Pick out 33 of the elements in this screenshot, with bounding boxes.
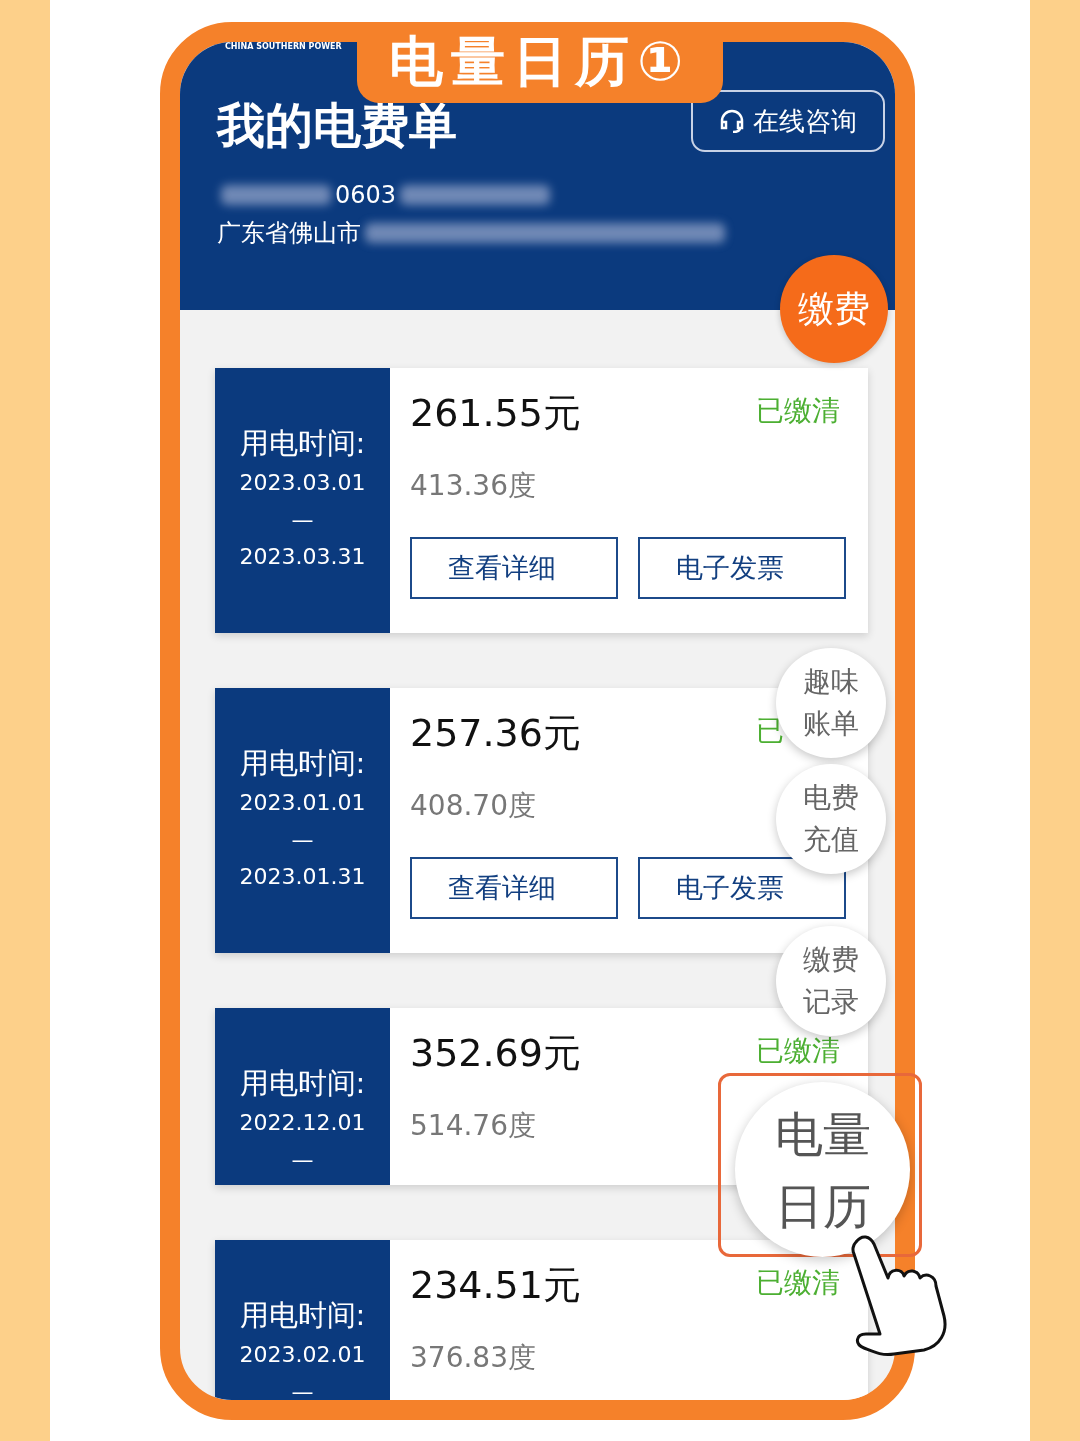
dash-text: — [291,826,314,854]
period-label: 用电时间: [239,745,366,782]
usage-text: 514.76度 [410,1108,536,1144]
start-date: 2022.12.01 [239,1109,366,1137]
end-date: 2023.01.31 [239,863,366,891]
details-button[interactable]: 查看详细 [410,537,618,599]
invoice-button[interactable]: 电子发票 [638,857,846,919]
dash-text: — [291,506,314,534]
details-button[interactable]: 查看详细 [410,857,618,919]
end-date: 2023.03.31 [239,543,366,571]
start-date: 2023.02.01 [239,1341,366,1369]
usage-text: 376.83度 [410,1340,536,1376]
account-number: 0603 [335,181,397,209]
usage-text: 408.70度 [410,788,536,824]
payment-status: 已缴清 [756,1034,840,1067]
payment-status: 已缴清 [756,394,840,427]
bill-amount: 234.51元 [410,1262,581,1309]
payment-status: 已缴清 [756,1266,840,1299]
start-date: 2023.01.01 [239,789,366,817]
invoice-button[interactable]: 电子发票 [638,537,846,599]
start-date: 2023.03.01 [239,469,366,497]
bill-amount: 257.36元 [410,710,581,757]
period-label: 用电时间: [239,425,366,462]
period-label: 用电时间: [239,1297,366,1334]
bill-amount: 261.55元 [410,390,581,437]
logo-text: CHINA SOUTHERN POWER [225,42,343,52]
address-text: 广东省佛山市 [217,218,361,249]
dash-text: — [291,1378,314,1400]
usage-text: 413.36度 [410,468,536,504]
dash-text: — [291,1146,314,1174]
headset-icon [719,109,745,133]
bill-amount: 352.69元 [410,1030,581,1077]
period-label: 用电时间: [239,1065,366,1102]
